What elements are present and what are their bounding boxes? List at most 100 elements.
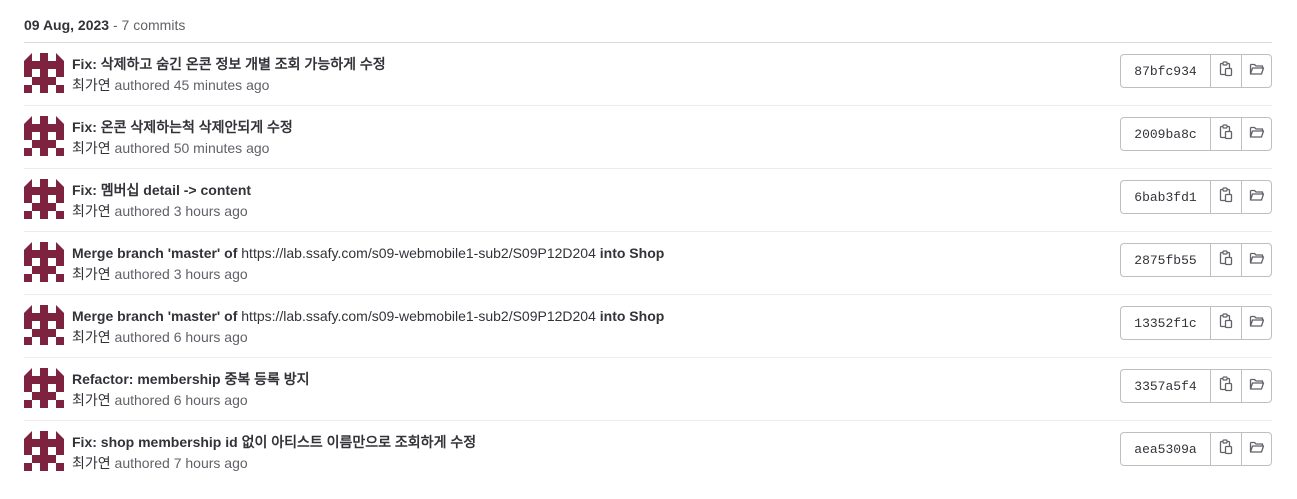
commit-row: Fix: 온콘 삭제하는척 삭제안되게 수정최가연 authored 50 mi… bbox=[24, 106, 1272, 169]
commit-title-text: Merge branch 'master' of bbox=[72, 245, 242, 261]
commit-sha-button[interactable]: aea5309a bbox=[1120, 432, 1210, 466]
authored-label: authored bbox=[110, 329, 174, 345]
commit-title-link[interactable]: Fix: 멤버십 detail -> content bbox=[72, 180, 1102, 200]
authored-label: authored bbox=[110, 77, 174, 93]
avatar[interactable] bbox=[24, 179, 64, 219]
avatar[interactable] bbox=[24, 242, 64, 282]
copy-to-clipboard-icon bbox=[1219, 438, 1233, 460]
copy-sha-button[interactable] bbox=[1210, 369, 1241, 403]
browse-files-button[interactable] bbox=[1241, 180, 1272, 214]
browse-files-button[interactable] bbox=[1241, 369, 1272, 403]
commit-actions: 2009ba8c bbox=[1120, 117, 1272, 151]
folder-open-icon bbox=[1249, 62, 1265, 81]
commit-actions: aea5309a bbox=[1120, 432, 1272, 466]
commit-info: Fix: 삭제하고 숨긴 온콘 정보 개별 조회 가능하게 수정 최가연 auth… bbox=[72, 54, 1102, 95]
commit-info: Refactor: membership 중복 등록 방지 최가연 authore… bbox=[72, 369, 1102, 410]
commit-title-text: Fix: 온콘 삭제하는척 삭제안되게 수정 bbox=[72, 119, 293, 135]
commit-time: 3 hours ago bbox=[173, 266, 248, 282]
browse-files-button[interactable] bbox=[1241, 432, 1272, 466]
commit-title-link[interactable]: Merge branch 'master' of https://lab.ssa… bbox=[72, 243, 1102, 263]
commit-meta: 최가연 authored 45 minutes ago bbox=[72, 75, 1102, 95]
commit-title-text: https://lab.ssafy.com/s09-webmobile1-sub… bbox=[241, 308, 596, 324]
copy-sha-button[interactable] bbox=[1210, 432, 1241, 466]
commit-title-text: https://lab.ssafy.com/s09-webmobile1-sub… bbox=[241, 245, 596, 261]
commit-sha-button[interactable]: 3357a5f4 bbox=[1120, 369, 1210, 403]
commit-row: Fix: 멤버십 detail -> content 최가연 authored 3… bbox=[24, 169, 1272, 232]
commit-row: Merge branch 'master' of https://lab.ssa… bbox=[24, 232, 1272, 295]
date-separator: - bbox=[109, 17, 122, 33]
copy-sha-button[interactable] bbox=[1210, 180, 1241, 214]
folder-open-icon bbox=[1249, 314, 1265, 333]
folder-open-icon bbox=[1249, 188, 1265, 207]
commit-title-text: into Shop bbox=[595, 245, 665, 261]
commit-date: 09 Aug, 2023 bbox=[24, 17, 110, 33]
author-link[interactable]: 최가연 bbox=[72, 455, 111, 471]
commit-row: Fix: shop membership id 없이 아티스트 이름만으로 조회… bbox=[24, 421, 1272, 484]
browse-files-button[interactable] bbox=[1241, 243, 1272, 277]
commit-actions: 87bfc934 bbox=[1120, 54, 1272, 88]
avatar[interactable] bbox=[24, 53, 64, 93]
folder-open-icon bbox=[1249, 251, 1265, 270]
avatar[interactable] bbox=[24, 116, 64, 156]
copy-to-clipboard-icon bbox=[1219, 312, 1233, 334]
commit-time: 6 hours ago bbox=[173, 392, 248, 408]
commit-info: Merge branch 'master' of https://lab.ssa… bbox=[72, 243, 1102, 284]
commit-sha-button[interactable]: 87bfc934 bbox=[1120, 54, 1210, 88]
commit-time: 7 hours ago bbox=[173, 455, 248, 471]
folder-open-icon bbox=[1249, 377, 1265, 396]
authored-label: authored bbox=[110, 266, 174, 282]
commit-sha-button[interactable]: 6bab3fd1 bbox=[1120, 180, 1210, 214]
author-link[interactable]: 최가연 bbox=[72, 266, 111, 282]
folder-open-icon bbox=[1249, 440, 1265, 459]
copy-to-clipboard-icon bbox=[1219, 186, 1233, 208]
commit-meta: 최가연 authored 7 hours ago bbox=[72, 453, 1102, 473]
avatar[interactable] bbox=[24, 368, 64, 408]
avatar[interactable] bbox=[24, 305, 64, 345]
commit-meta: 최가연 authored 3 hours ago bbox=[72, 264, 1102, 284]
commit-meta: 최가연 authored 6 hours ago bbox=[72, 390, 1102, 410]
author-link[interactable]: 최가연 bbox=[72, 392, 111, 408]
copy-sha-button[interactable] bbox=[1210, 117, 1241, 151]
author-link[interactable]: 최가연 bbox=[72, 140, 111, 156]
commit-time: 6 hours ago bbox=[173, 329, 248, 345]
commit-time: 50 minutes ago bbox=[173, 140, 270, 156]
commit-meta: 최가연 authored 3 hours ago bbox=[72, 201, 1102, 221]
folder-open-icon bbox=[1249, 125, 1265, 144]
browse-files-button[interactable] bbox=[1241, 54, 1272, 88]
commit-sha-button[interactable]: 2009ba8c bbox=[1120, 117, 1210, 151]
avatar[interactable] bbox=[24, 431, 64, 471]
commit-actions: 13352f1c bbox=[1120, 306, 1272, 340]
commit-actions: 3357a5f4 bbox=[1120, 369, 1272, 403]
copy-sha-button[interactable] bbox=[1210, 243, 1241, 277]
author-link[interactable]: 최가연 bbox=[72, 203, 111, 219]
copy-to-clipboard-icon bbox=[1219, 123, 1233, 145]
commit-info: Fix: 멤버십 detail -> content 최가연 authored 3… bbox=[72, 180, 1102, 221]
copy-sha-button[interactable] bbox=[1210, 54, 1241, 88]
commit-count: 7 commits bbox=[121, 17, 186, 33]
commit-title-link[interactable]: Fix: 삭제하고 숨긴 온콘 정보 개별 조회 가능하게 수정 bbox=[72, 54, 1102, 74]
copy-to-clipboard-icon bbox=[1219, 60, 1233, 82]
commit-title-link[interactable]: Fix: 온콘 삭제하는척 삭제안되게 수정 bbox=[72, 117, 1102, 137]
commit-row: Merge branch 'master' of https://lab.ssa… bbox=[24, 295, 1272, 358]
commit-meta: 최가연 authored 50 minutes ago bbox=[72, 138, 1102, 158]
commit-sha-button[interactable]: 13352f1c bbox=[1120, 306, 1210, 340]
author-link[interactable]: 최가연 bbox=[72, 329, 111, 345]
commit-title-link[interactable]: Fix: shop membership id 없이 아티스트 이름만으로 조회… bbox=[72, 432, 1102, 452]
commit-info: Fix: 온콘 삭제하는척 삭제안되게 수정최가연 authored 50 mi… bbox=[72, 117, 1102, 158]
authored-label: authored bbox=[110, 455, 174, 471]
authored-label: authored bbox=[110, 392, 174, 408]
copy-sha-button[interactable] bbox=[1210, 306, 1241, 340]
commit-title-text: Fix: 멤버십 detail -> content bbox=[72, 182, 252, 198]
day-header: 09 Aug, 2023 - 7 commits bbox=[24, 8, 1272, 43]
copy-to-clipboard-icon bbox=[1219, 375, 1233, 397]
commit-info: Merge branch 'master' of https://lab.ssa… bbox=[72, 306, 1102, 347]
commit-info: Fix: shop membership id 없이 아티스트 이름만으로 조회… bbox=[72, 432, 1102, 473]
commit-title-link[interactable]: Merge branch 'master' of https://lab.ssa… bbox=[72, 306, 1102, 326]
browse-files-button[interactable] bbox=[1241, 117, 1272, 151]
commit-title-text: Merge branch 'master' of bbox=[72, 308, 242, 324]
commit-title-link[interactable]: Refactor: membership 중복 등록 방지 bbox=[72, 369, 1102, 389]
browse-files-button[interactable] bbox=[1241, 306, 1272, 340]
commit-sha-button[interactable]: 2875fb55 bbox=[1120, 243, 1210, 277]
author-link[interactable]: 최가연 bbox=[72, 77, 111, 93]
commit-time: 3 hours ago bbox=[173, 203, 248, 219]
